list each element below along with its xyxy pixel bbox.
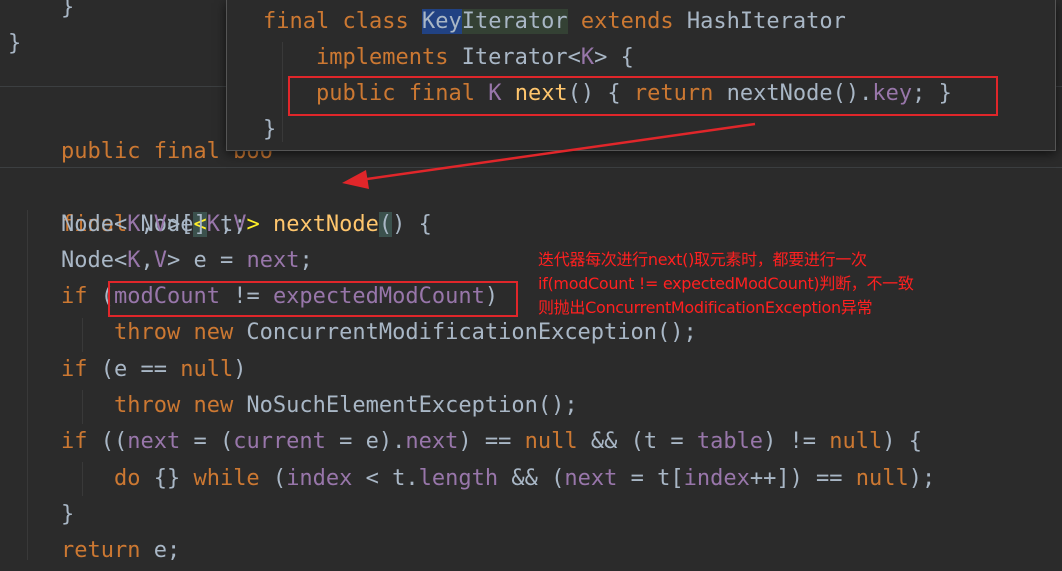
annotation-line-1: 迭代器每次进行next()取元素时，都要进行一次 bbox=[538, 250, 867, 269]
arrow-head bbox=[342, 170, 369, 189]
annotation-line-2: if(modCount != expectedModCount)判断，不一致 bbox=[538, 274, 914, 293]
annotation-text: 迭代器每次进行next()取元素时，都要进行一次 if(modCount != e… bbox=[538, 248, 914, 320]
annotation-line-3: 则抛出ConcurrentModificationException异常 bbox=[538, 298, 873, 317]
arrow-line bbox=[359, 122, 756, 182]
